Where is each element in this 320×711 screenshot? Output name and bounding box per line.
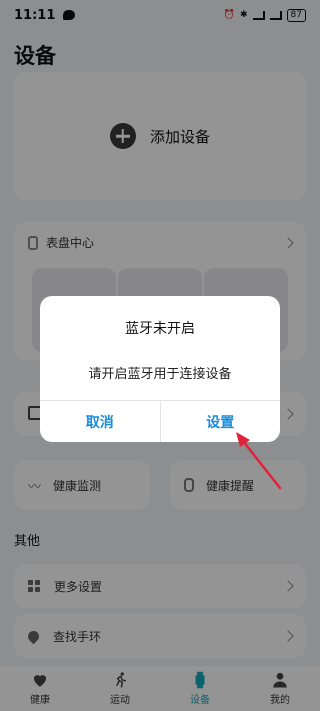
settings-button[interactable]: 设置 xyxy=(159,401,281,442)
dialog-message: 请开启蓝牙用于连接设备 xyxy=(88,367,232,382)
dialog-title: 蓝牙未开启 xyxy=(125,321,195,337)
cancel-button[interactable]: 取消 xyxy=(40,401,160,442)
bluetooth-dialog: 蓝牙未开启 请开启蓝牙用于连接设备 取消 设置 xyxy=(40,296,280,442)
dialog-button-row: 取消 设置 xyxy=(40,400,280,442)
